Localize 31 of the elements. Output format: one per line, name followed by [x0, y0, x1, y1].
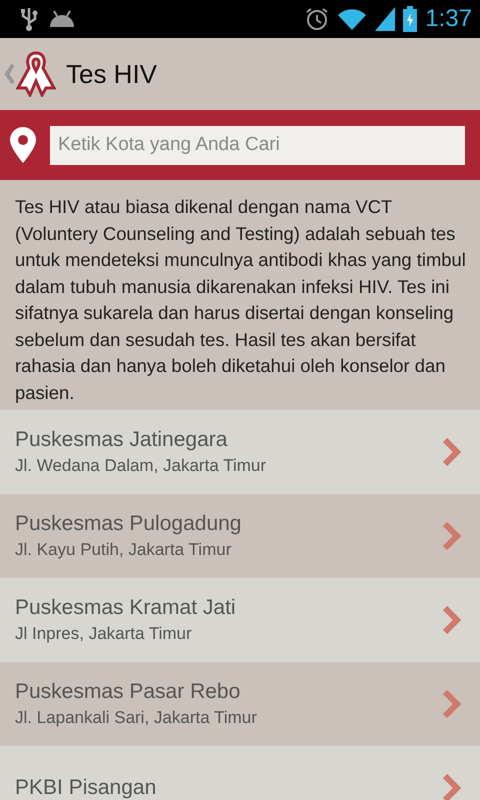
chevron-right-icon	[442, 689, 462, 719]
place-name: PKBI Pisangan	[15, 776, 156, 800]
alarm-icon	[305, 7, 330, 31]
place-address: Jl Inpres, Jakarta Timur	[15, 624, 193, 644]
place-address: Jl. Kayu Putih, Jakarta Timur	[15, 540, 232, 560]
search-field[interactable]: Ketik Kota yang Anda Cari	[50, 126, 465, 164]
description-text: Tes HIV atau biasa dikenal dengan nama VCT (Voluntery Counseling and Testing) adalah sebuah tes untuk mendeteksi munculnya antibodi khas yang timbul dalam tubuh manusia dikarenakan infeksi HIV. Tes ini sifatnya sukarela dan harus disertai dengan konseling sebelum dan sesudah tes. Hasil tes akan bersifat rahasia dan hanya boleh diketahui oleh konselor dan pasien.	[14, 195, 467, 405]
wifi-icon	[337, 8, 368, 30]
place-name: Puskesmas Jatinegara	[15, 428, 228, 452]
usb-icon	[18, 6, 40, 32]
place-address: Jl. Lapankali Sari, Jakarta Timur	[15, 708, 257, 728]
chevron-right-icon	[442, 605, 462, 635]
chevron-right-icon	[442, 521, 462, 551]
screen-title: Tes HIV	[66, 58, 158, 90]
chevron-right-icon	[442, 773, 462, 800]
place-list-item[interactable]: PKBI Pisangan	[0, 746, 480, 800]
place-name: Puskesmas Pasar Rebo	[15, 680, 242, 704]
location-pin-icon	[10, 127, 36, 163]
android-icon	[48, 9, 76, 29]
place-name: Puskesmas Pulogadung	[15, 512, 242, 536]
place-address: Jl. Wedana Dalam, Jakarta Timur	[15, 456, 266, 476]
battery-icon	[403, 6, 418, 32]
ribbon-icon	[16, 51, 56, 97]
place-name: Puskesmas Kramat Jati	[15, 596, 236, 620]
place-list-item[interactable]: Puskesmas Kramat Jati Jl Inpres, Jakarta Timur	[0, 578, 480, 662]
clock-time: 1:37	[425, 5, 472, 33]
chevron-right-icon	[442, 437, 462, 467]
up-button[interactable]	[4, 51, 56, 97]
place-list-item[interactable]: Puskesmas Jatinegara Jl. Wedana Dalam, Jakarta Timur	[0, 410, 480, 494]
back-caret-icon	[4, 63, 14, 85]
signal-icon	[375, 7, 396, 31]
